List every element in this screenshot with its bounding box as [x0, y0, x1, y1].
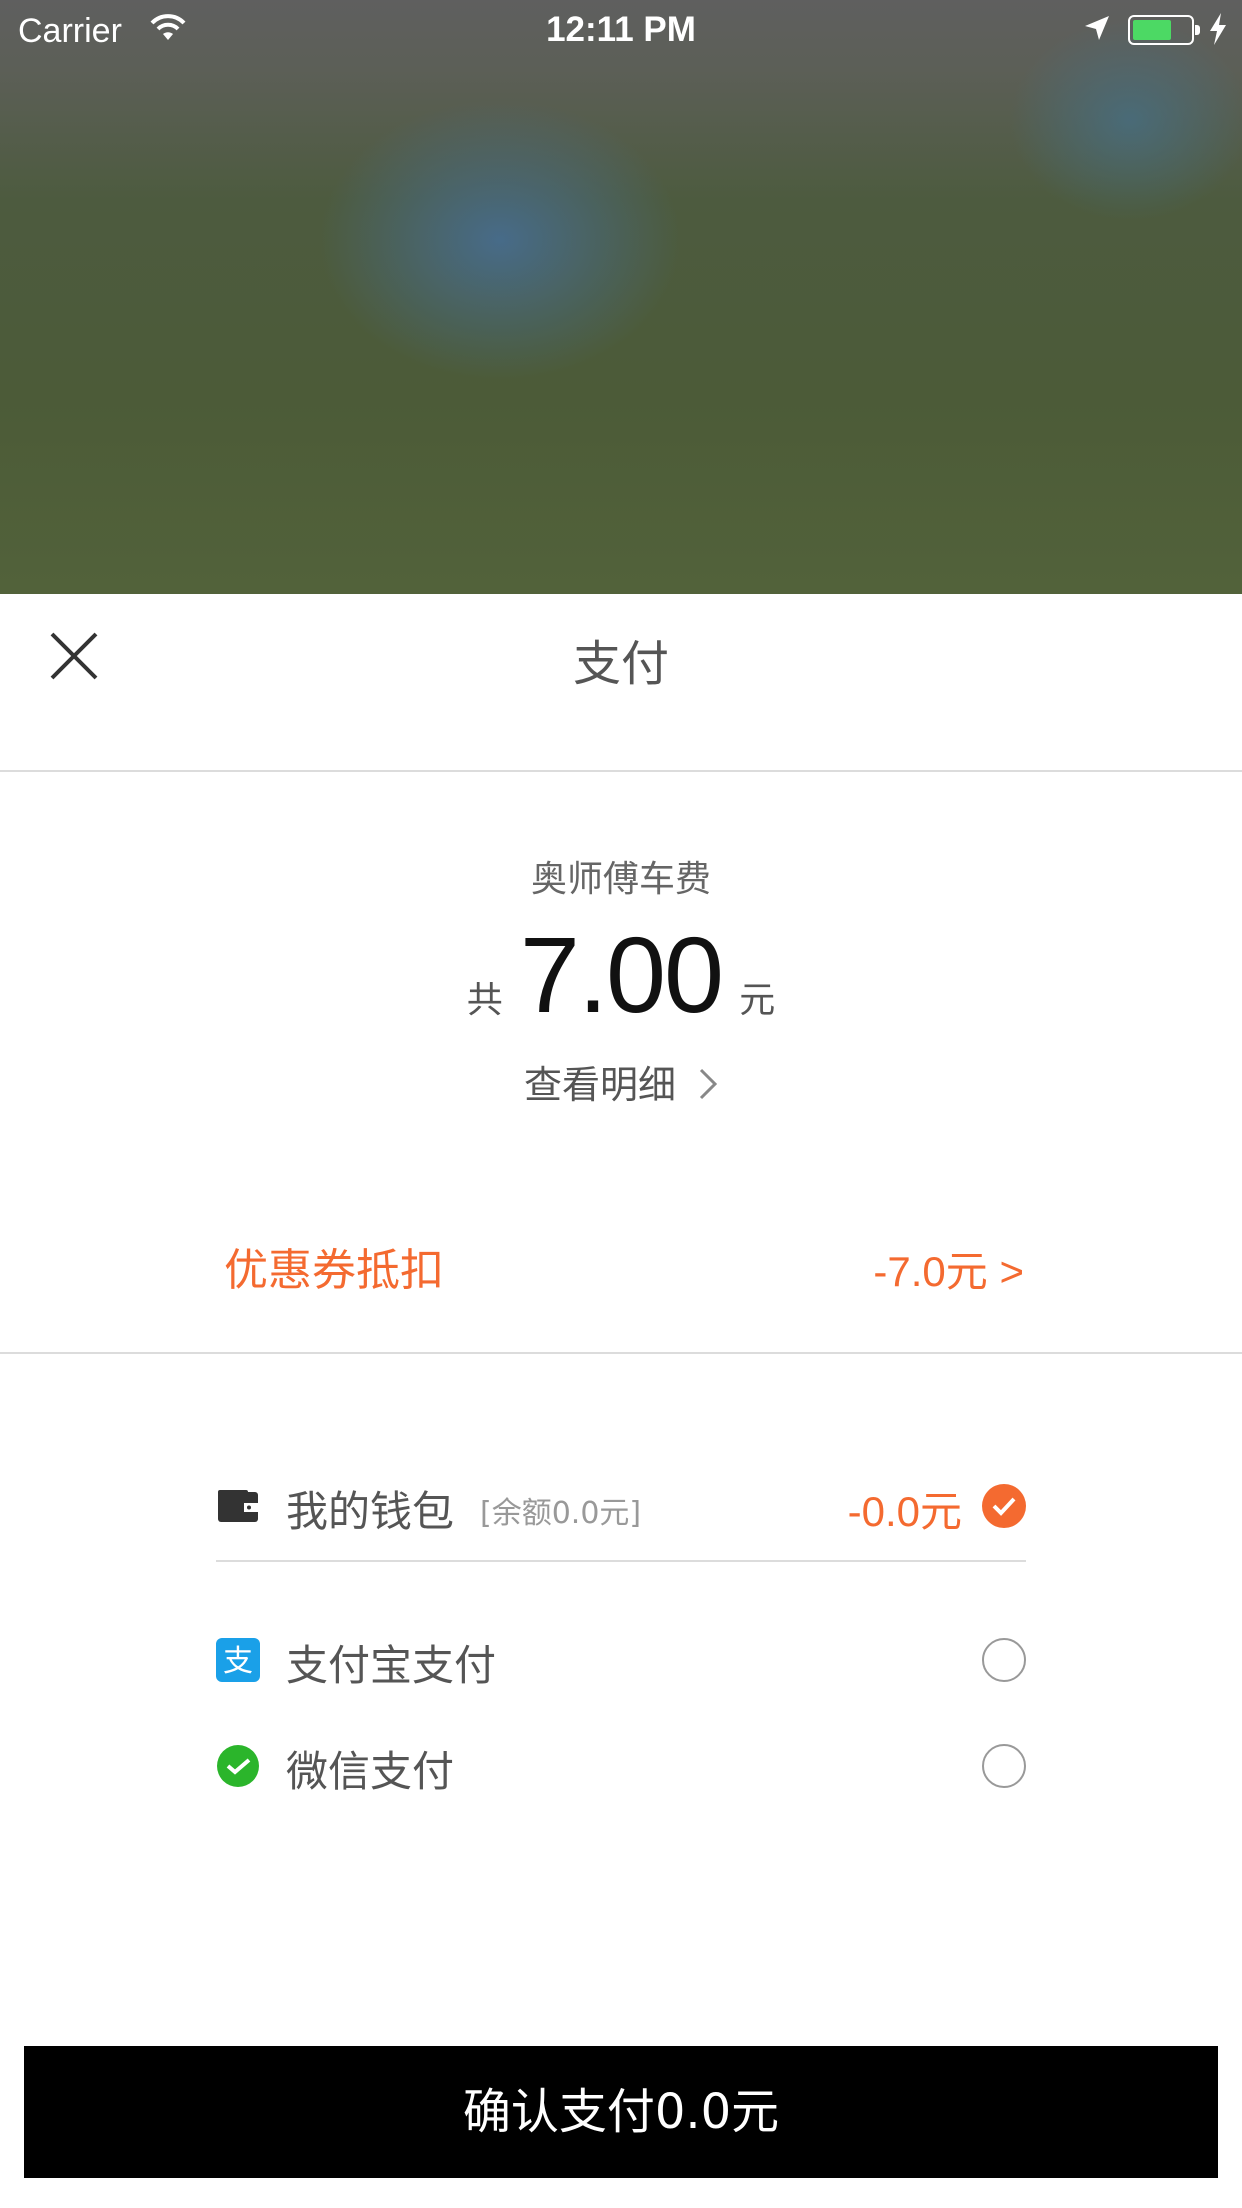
view-detail-label: 查看明细 — [523, 1063, 676, 1107]
amount-value: 7.00 — [519, 914, 724, 1035]
page-title: 支付 — [572, 636, 669, 692]
payment-option-wallet[interactable]: 我的钱包 [余额0.0元] -0.0元 — [216, 1454, 1026, 1554]
payment-sheet: 支付 奥师傅车费 共 7.00 元 查看明细 优惠券抵扣 -7.0元 > 我的钱… — [0, 594, 1242, 2208]
service-name: 奥师傅车费 — [530, 859, 711, 900]
wallet-label: 我的钱包 — [286, 1487, 455, 1536]
alipay-label: 支付宝支付 — [286, 1641, 497, 1690]
coupon-label: 优惠券抵扣 — [224, 1245, 444, 1296]
charging-bolt-icon — [1208, 13, 1228, 49]
amount-unit: 元 — [739, 980, 776, 1021]
wallet-balance: [余额0.0元] — [480, 1496, 642, 1531]
location-arrow-icon — [1083, 14, 1111, 46]
wechat-label: 微信支付 — [286, 1747, 455, 1796]
amount-prefix: 共 — [466, 980, 503, 1021]
coupon-value: -7.0元 > — [873, 1248, 1024, 1295]
payment-option-wechat[interactable]: 微信支付 — [216, 1714, 1026, 1814]
wechat-icon — [216, 1744, 260, 1788]
svg-text:支: 支 — [223, 1644, 253, 1679]
view-detail-link[interactable]: 查看明细 — [0, 1054, 1242, 1110]
battery-icon — [1128, 15, 1200, 45]
wallet-amount: -0.0元 — [847, 1488, 962, 1535]
wallet-icon — [216, 1484, 260, 1528]
map-background — [0, 0, 1242, 594]
payment-option-alipay[interactable]: 支 支付宝支付 — [216, 1608, 1026, 1708]
divider — [216, 1560, 1026, 1562]
status-bar: Carrier 12:11 PM — [0, 0, 1242, 60]
chevron-right-icon — [698, 1066, 718, 1110]
fare-amount: 共 7.00 元 — [0, 912, 1242, 1035]
confirm-pay-button[interactable]: 确认支付0.0元 — [24, 2046, 1218, 2178]
wechat-radio[interactable] — [982, 1744, 1026, 1788]
coupon-row[interactable]: 优惠券抵扣 -7.0元 > — [0, 1234, 1242, 1354]
alipay-icon: 支 — [216, 1638, 260, 1682]
alipay-radio[interactable] — [982, 1638, 1026, 1682]
sheet-header: 支付 — [0, 594, 1242, 772]
wallet-checked-icon[interactable] — [982, 1484, 1026, 1528]
status-time: 12:11 PM — [546, 10, 696, 49]
